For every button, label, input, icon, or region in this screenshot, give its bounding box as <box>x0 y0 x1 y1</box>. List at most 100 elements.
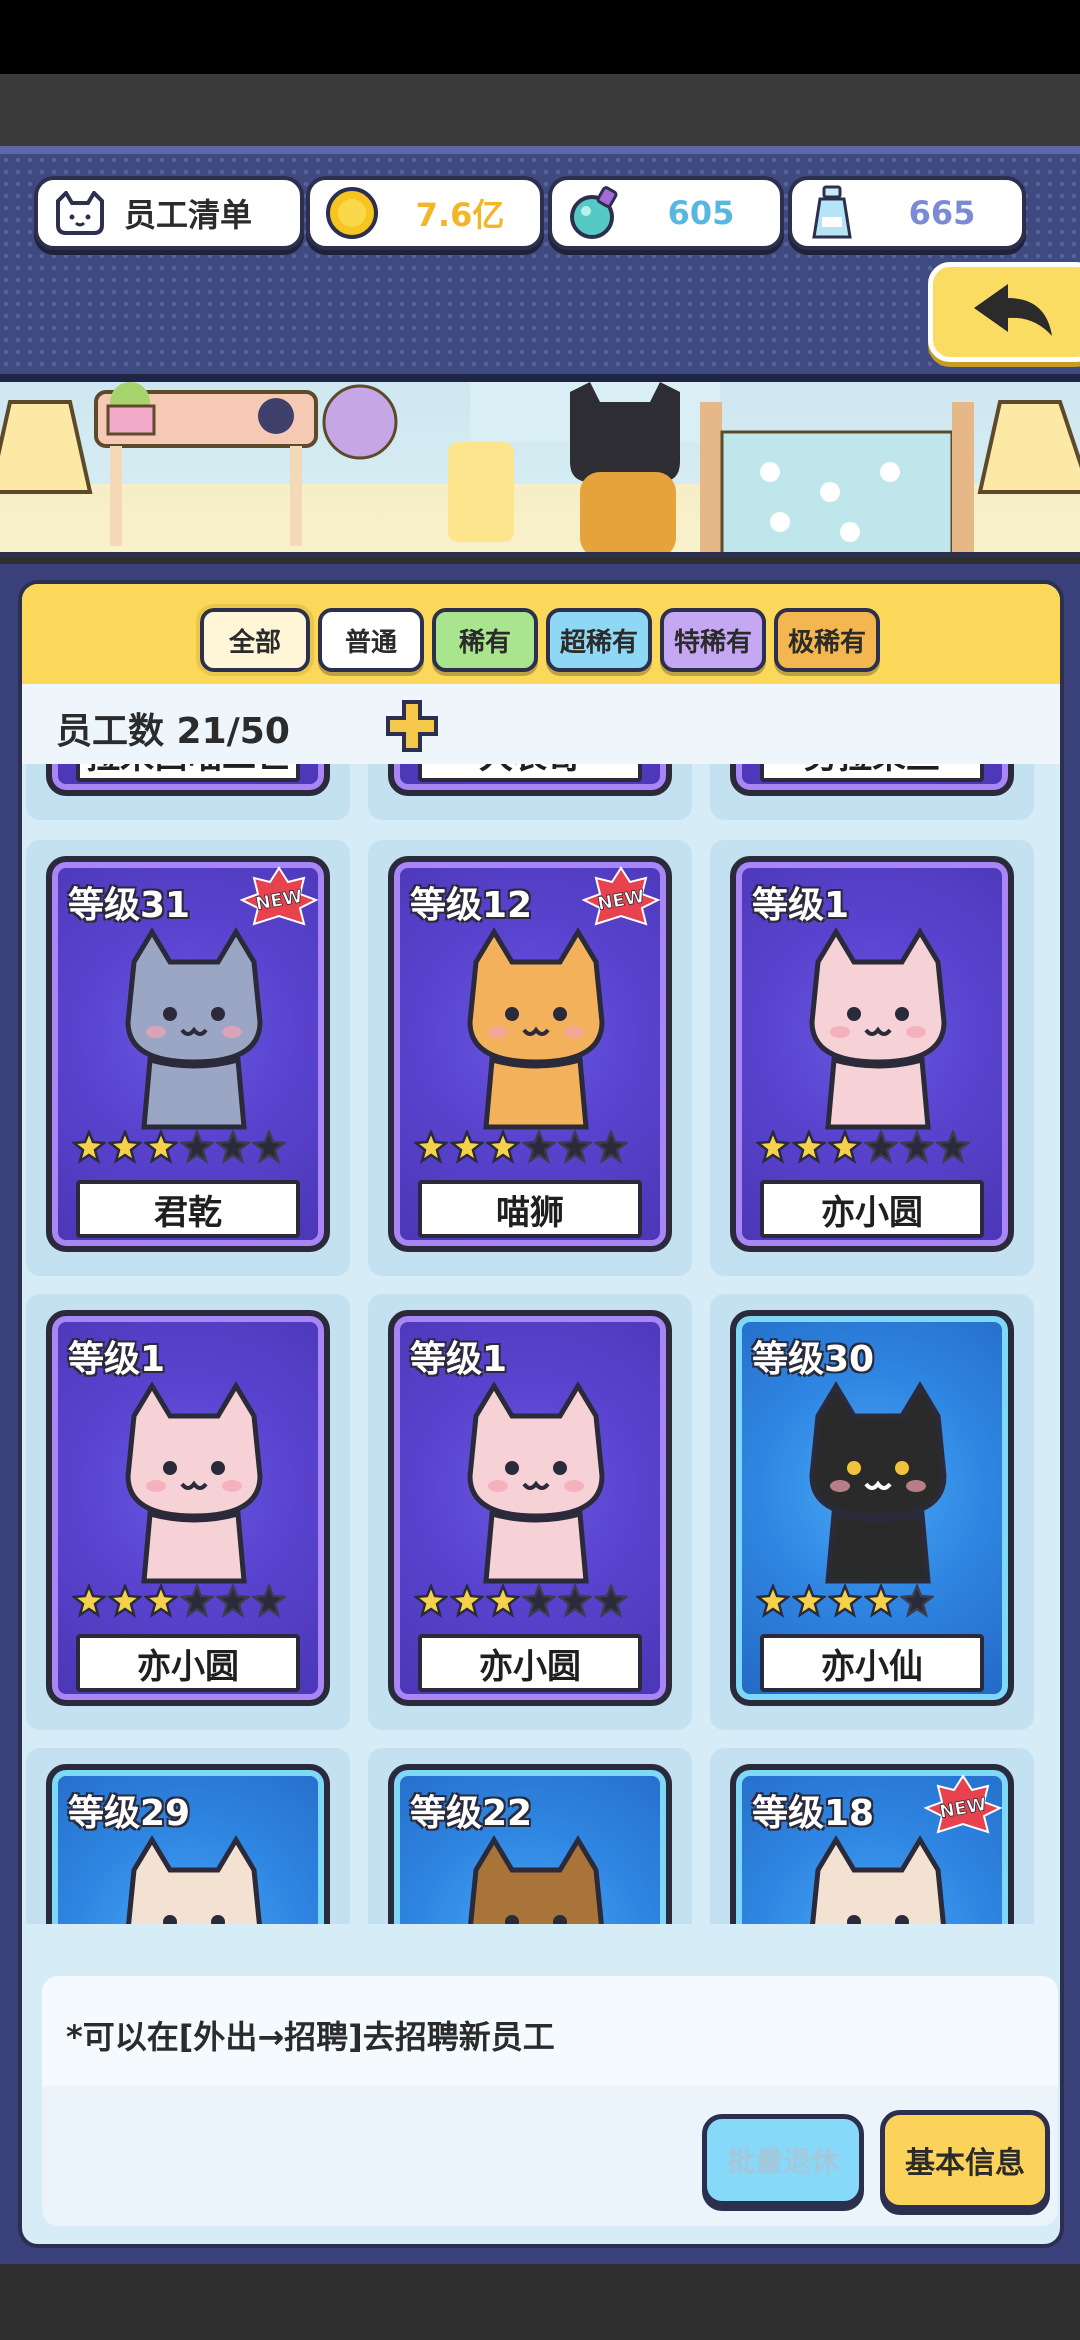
star-filled-icon <box>70 1128 108 1168</box>
room-banner <box>0 382 1080 558</box>
cat-portrait <box>778 1830 978 1924</box>
star-rating <box>70 1128 288 1168</box>
star-filled-icon <box>448 1128 486 1168</box>
card-frame: 等级1 亦小圆 <box>388 1310 672 1706</box>
potion-flask-icon <box>566 185 622 241</box>
star-filled-icon <box>826 1128 864 1168</box>
potion-value: 605 <box>667 194 735 232</box>
star-filled-icon <box>484 1128 522 1168</box>
employee-card-partial[interactable]: 劳拉朵兰 <box>710 764 1034 820</box>
cat-portrait <box>778 1376 978 1586</box>
card-frame: 等级12 NEW 喵狮 <box>388 856 672 1252</box>
cat-portrait <box>94 1376 294 1586</box>
card-frame: 等级30 亦小仙 <box>730 1310 1014 1706</box>
level-label: 等级1 <box>752 885 850 926</box>
employee-card-partial[interactable]: 大表哥 <box>368 764 692 820</box>
coin-icon <box>324 185 380 241</box>
employee-card[interactable]: 等级30 亦小仙 <box>710 1294 1034 1730</box>
cat-face-icon <box>52 185 108 241</box>
star-filled-icon <box>142 1582 180 1622</box>
employee-card-partial[interactable]: 拉米西喵二世 <box>26 764 350 820</box>
star-filled-icon <box>448 1582 486 1622</box>
cat-portrait <box>436 922 636 1132</box>
star-filled-icon <box>484 1582 522 1622</box>
level-label: 等级18 <box>752 1793 875 1834</box>
expand-capacity-button[interactable] <box>384 698 440 754</box>
card-frame: 拉米西喵二世 <box>46 764 330 796</box>
level-label: 等级22 <box>410 1793 533 1834</box>
basic-info-button[interactable]: 基本信息 <box>880 2110 1050 2210</box>
card-frame: 等级29 <box>46 1764 330 1924</box>
star-empty-icon <box>250 1582 288 1622</box>
cat-portrait <box>436 1376 636 1586</box>
employee-card[interactable]: 等级1 亦小圆 <box>26 1294 350 1730</box>
page-title: 员工清单 <box>124 196 253 234</box>
employee-name: 喵狮 <box>418 1180 642 1238</box>
employee-panel: 全部普通稀有超稀有特稀有极稀有 员工数 21/50 拉米西喵二世 大表哥 劳拉朵兰等… <box>18 580 1064 2248</box>
new-badge-icon: NEW <box>580 866 662 926</box>
star-rating <box>754 1582 936 1622</box>
tab-trare[interactable]: 特稀有 <box>660 608 766 672</box>
employee-card[interactable]: 等级12 NEW 喵狮 <box>368 840 692 1276</box>
level-label: 等级12 <box>410 885 533 926</box>
star-filled-icon <box>790 1582 828 1622</box>
employee-name: 君乾 <box>76 1180 300 1238</box>
bottle-value: 665 <box>908 194 976 232</box>
star-rating <box>754 1128 972 1168</box>
nav-bar <box>0 2264 1080 2340</box>
star-empty-icon <box>214 1582 252 1622</box>
back-button[interactable] <box>928 262 1080 362</box>
employee-card[interactable]: 等级1 亦小圆 <box>368 1294 692 1730</box>
star-empty-icon <box>214 1128 252 1168</box>
star-filled-icon <box>106 1128 144 1168</box>
coin-value: 7.6亿 <box>415 196 505 234</box>
card-frame: 等级1 亦小圆 <box>46 1310 330 1706</box>
cat-portrait <box>94 1830 294 1924</box>
star-filled-icon <box>70 1582 108 1622</box>
employee-card[interactable]: 等级1 亦小圆 <box>710 840 1034 1276</box>
tab-srare[interactable]: 超稀有 <box>546 608 652 672</box>
level-label: 等级1 <box>410 1339 508 1380</box>
star-filled-icon <box>790 1128 828 1168</box>
tab-rare[interactable]: 稀有 <box>432 608 538 672</box>
star-empty-icon <box>520 1582 558 1622</box>
level-label: 等级31 <box>68 885 191 926</box>
star-empty-icon <box>178 1582 216 1622</box>
star-filled-icon <box>754 1582 792 1622</box>
employee-name: 拉米西喵二世 <box>76 764 300 782</box>
employee-name: 亦小圆 <box>418 1634 642 1692</box>
back-arrow-icon <box>974 284 1052 336</box>
star-empty-icon <box>520 1128 558 1168</box>
star-filled-icon <box>412 1128 450 1168</box>
employee-count: 员工数 21/50 <box>56 711 290 752</box>
new-badge-icon: NEW <box>922 1774 1004 1834</box>
employee-card[interactable]: 等级22 <box>368 1748 692 1924</box>
star-empty-icon <box>898 1128 936 1168</box>
batch-retire-button[interactable]: 批量退休 <box>702 2114 864 2206</box>
recruit-hint: *可以在[外出→招聘]去招聘新员工 <box>66 2018 555 2056</box>
star-filled-icon <box>826 1582 864 1622</box>
tab-all[interactable]: 全部 <box>196 604 314 676</box>
employee-name: 亦小仙 <box>760 1634 984 1692</box>
tab-urare[interactable]: 极稀有 <box>774 608 880 672</box>
title-pill: 员工清单 <box>34 176 304 250</box>
cat-portrait <box>778 922 978 1132</box>
employee-card[interactable]: 等级29 <box>26 1748 350 1924</box>
employee-name: 亦小圆 <box>76 1634 300 1692</box>
star-filled-icon <box>862 1582 900 1622</box>
top-spacer <box>0 74 1080 146</box>
employee-card[interactable]: 等级31 NEW 君乾 <box>26 840 350 1276</box>
card-frame: 等级22 <box>388 1764 672 1924</box>
employee-grid: 拉米西喵二世大表哥劳拉朵兰等级31NEW君乾等级12NEW喵狮等级1亦小圆等级1… <box>22 764 1060 1924</box>
tab-normal[interactable]: 普通 <box>318 608 424 672</box>
level-label: 等级30 <box>752 1339 875 1380</box>
cat-portrait <box>94 922 294 1132</box>
bottle-counter[interactable]: 665 <box>788 176 1026 250</box>
hint-box: *可以在[外出→招聘]去招聘新员工 <box>42 1976 1058 2086</box>
employee-card[interactable]: 等级18 NEW <box>710 1748 1034 1924</box>
status-bar <box>0 0 1080 74</box>
star-empty-icon <box>592 1128 630 1168</box>
coin-counter[interactable]: 7.6亿 <box>306 176 544 250</box>
potion-counter[interactable]: 605 <box>548 176 784 250</box>
plus-icon <box>386 700 438 752</box>
